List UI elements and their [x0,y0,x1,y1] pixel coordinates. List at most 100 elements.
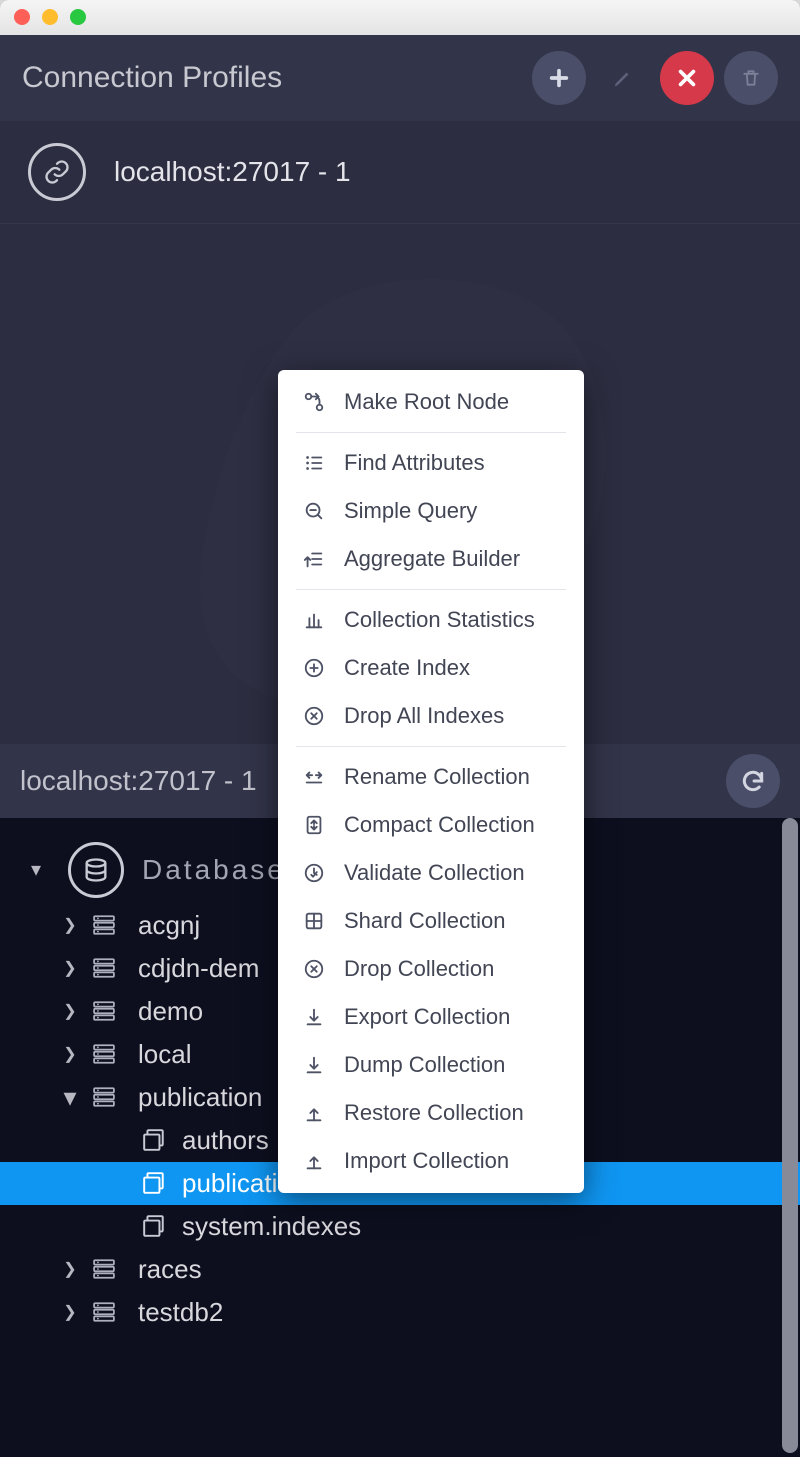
tree-db-label: cdjdn-dem [138,953,259,984]
context-menu-item[interactable]: Drop Collection [278,945,584,993]
context-menu-separator [296,432,566,433]
window-close-icon[interactable] [14,9,30,25]
tree-db-label: demo [138,996,203,1027]
tree-collection-label: authors [182,1125,269,1156]
context-menu-item[interactable]: Aggregate Builder [278,535,584,583]
context-menu-label: Find Attributes [344,450,485,476]
x-circle-icon [300,958,328,980]
tree-db-item[interactable]: ❯testdb2 [0,1291,800,1334]
context-menu-label: Shard Collection [344,908,505,934]
branch-icon [300,391,328,413]
collection-icon [140,1171,168,1195]
context-menu-item[interactable]: Collection Statistics [278,596,584,644]
context-menu-item[interactable]: Dump Collection [278,1041,584,1089]
edit-profile-button[interactable] [596,51,650,105]
context-menu-item[interactable]: Make Root Node [278,378,584,426]
tree-db-item[interactable]: ❯ races [0,1248,800,1291]
x-circle-icon [300,705,328,727]
rename-icon [300,766,328,788]
tree-db-label: acgnj [138,910,200,941]
search-icon [300,500,328,522]
database-icon [84,1258,124,1280]
database-icon [84,1086,124,1108]
delete-profile-button[interactable] [724,51,778,105]
database-icon [84,1301,124,1323]
context-menu-item[interactable]: Shard Collection [278,897,584,945]
context-menu-label: Validate Collection [344,860,525,886]
add-profile-button[interactable] [532,51,586,105]
plus-icon [548,67,570,89]
context-menu-item[interactable]: Compact Collection [278,801,584,849]
context-menu-separator [296,746,566,747]
context-menu: Make Root Node Find Attributes Simple Quer… [278,370,584,1193]
upload-icon [300,1150,328,1172]
tree-db-label: publication [138,1082,262,1113]
reload-button[interactable] [726,754,780,808]
context-menu-label: Restore Collection [344,1100,524,1126]
databases-icon [68,842,124,898]
collection-icon [140,1214,168,1238]
context-menu-label: Compact Collection [344,812,535,838]
pencil-icon [612,67,634,89]
context-menu-label: Dump Collection [344,1052,505,1078]
window-maximize-icon[interactable] [70,9,86,25]
tree-collection-label: system.indexes [182,1211,361,1242]
database-icon [84,1000,124,1022]
remove-profile-button[interactable] [660,51,714,105]
tree-db-label: races [138,1254,202,1285]
context-menu-item[interactable]: Drop All Indexes [278,692,584,740]
upload-icon [300,1102,328,1124]
context-menu-label: Export Collection [344,1004,510,1030]
tree-scrollbar[interactable] [782,818,798,1453]
context-menu-item[interactable]: Validate Collection [278,849,584,897]
context-menu-label: Create Index [344,655,470,681]
context-menu-item[interactable]: Simple Query [278,487,584,535]
database-icon [84,914,124,936]
chevron-right-icon: ❯ [56,1259,84,1279]
chartbar-icon [300,609,328,631]
connection-link-icon [28,143,86,201]
database-icon [84,957,124,979]
tree-db-label: testdb2 [138,1297,223,1328]
plus-circle-icon [300,657,328,679]
context-menu-label: Drop Collection [344,956,494,982]
context-menu-item[interactable]: Import Collection [278,1137,584,1185]
connection-item[interactable]: localhost:27017 - 1 [0,121,800,224]
context-menu-label: Make Root Node [344,389,509,415]
tree-collection-item[interactable]: system.indexes [0,1205,800,1248]
page-title: Connection Profiles [22,61,522,95]
collection-icon [140,1128,168,1152]
aggregate-icon [300,548,328,570]
chevron-right-icon: ❯ [56,1001,84,1021]
chevron-down-icon: ▾ [56,1082,84,1113]
connection-item-label: localhost:27017 - 1 [114,156,351,188]
compact-icon [300,814,328,836]
context-menu-item[interactable]: Restore Collection [278,1089,584,1137]
download-icon [300,1054,328,1076]
chevron-right-icon: ❯ [56,1044,84,1064]
context-menu-label: Aggregate Builder [344,546,520,572]
close-icon [676,67,698,89]
chevron-right-icon: ❯ [56,958,84,978]
window-titlebar [0,0,800,35]
validate-icon [300,862,328,884]
context-menu-item[interactable]: Export Collection [278,993,584,1041]
trash-icon [741,67,761,89]
context-menu-label: Import Collection [344,1148,509,1174]
context-menu-label: Simple Query [344,498,477,524]
database-icon [84,1043,124,1065]
chevron-right-icon: ❯ [56,915,84,935]
tree-db-label: local [138,1039,191,1070]
header-bar: Connection Profiles [0,35,800,121]
context-menu-label: Collection Statistics [344,607,535,633]
context-menu-item[interactable]: Create Index [278,644,584,692]
context-menu-item[interactable]: Rename Collection [278,753,584,801]
context-menu-label: Drop All Indexes [344,703,504,729]
list-icon [300,452,328,474]
shard-icon [300,910,328,932]
context-menu-item[interactable]: Find Attributes [278,439,584,487]
chevron-down-icon: ▾ [22,857,50,882]
download-icon [300,1006,328,1028]
refresh-icon [740,768,766,794]
window-minimize-icon[interactable] [42,9,58,25]
